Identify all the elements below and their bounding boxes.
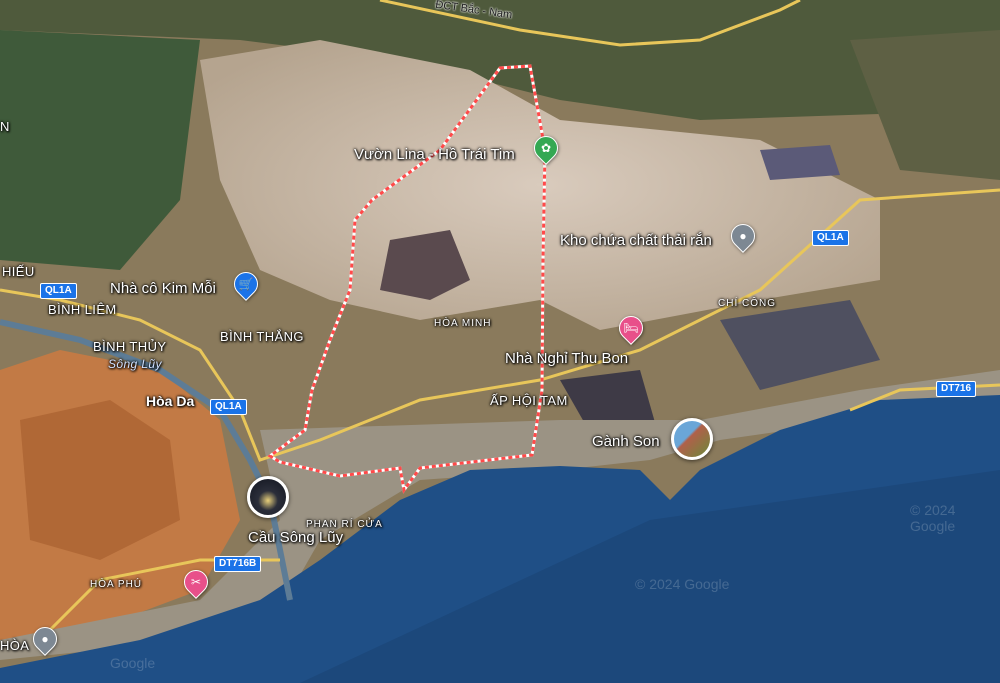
place-binh-liem: BÌNH LIÊM <box>48 302 117 317</box>
place-hieu: HIẾU <box>2 264 35 279</box>
place-hoa-minh: HÒA MINH <box>434 318 492 329</box>
poi-nha-nghi[interactable]: Nhà Nghỉ Thu Bon <box>505 351 628 366</box>
river-label-song-luy: Sông Lũy <box>108 357 162 371</box>
place-chi-cong: CHÍ CÔNG <box>718 298 776 309</box>
place-binh-thuy: BÌNH THỦY <box>93 339 167 354</box>
route-shield-ql1a-right: QL1A <box>812 230 849 246</box>
place-n: N <box>0 119 10 134</box>
place-hoa: HÒA <box>0 638 30 653</box>
place-binh-thang: BÌNH THẮNG <box>220 329 304 344</box>
place-hoa-phu: HÒA PHÚ <box>90 579 143 590</box>
place-ap-hoi-tam: ẤP HỘI TAM <box>490 393 568 408</box>
route-shield-ql1a-left: QL1A <box>40 283 77 299</box>
poi-kho-chua[interactable]: Kho chứa chất thải rắn <box>560 233 712 248</box>
route-shield-dt716: DT716 <box>936 381 977 397</box>
poi-nha-co-kim-moi[interactable]: Nhà cô Kim Mỗi <box>110 281 216 296</box>
watermark-right: © 2024 Google <box>910 502 956 534</box>
route-shield-ql1a-mid: QL1A <box>210 399 247 415</box>
watermark-mid: © 2024 Google <box>635 576 730 592</box>
ganh-son-photo-icon[interactable] <box>671 418 713 460</box>
cau-song-luy-photo-icon[interactable] <box>247 476 289 518</box>
satellite-map[interactable]: ĐCT Bắc - Nam HIẾU N BÌNH LIÊM BÌNH THẮN… <box>0 0 1000 683</box>
route-shield-dt716b: DT716B <box>214 556 262 572</box>
poi-vuon-lina[interactable]: Vườn Lina - Hồ Trái Tim <box>354 147 515 162</box>
place-hoa-da: Hòa Da <box>146 393 195 409</box>
watermark-bottom: Google <box>110 655 156 671</box>
poi-ganh-son[interactable]: Gành Son <box>592 434 660 449</box>
poi-cau-song-luy[interactable]: Cầu Sông Lũy <box>248 530 343 545</box>
